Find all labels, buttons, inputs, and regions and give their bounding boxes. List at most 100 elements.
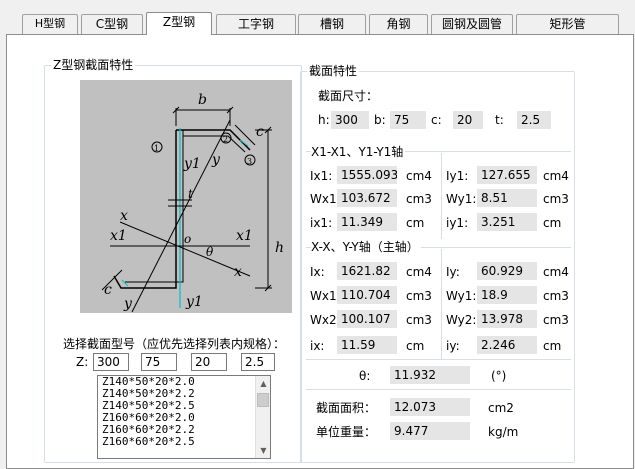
ix-radius-label: ix: (310, 339, 325, 353)
tab-z-steel[interactable]: Z型钢 (146, 12, 212, 35)
ix1-value: 1555.093 (337, 166, 397, 184)
wy1-main-value: 18.9 (477, 286, 537, 304)
wx1-main-unit: cm3 (406, 289, 432, 303)
tab-c-steel[interactable]: C型钢 (81, 14, 143, 34)
diagram-label-y-top: y (211, 152, 221, 168)
wy1-main-label: Wy1: (446, 289, 477, 303)
wx1-unit: cm3 (406, 192, 432, 206)
z-input-c[interactable] (191, 353, 227, 371)
dim-c-value: 20 (453, 111, 483, 129)
select-section-label: 选择截面型号（应优先选择列表内规格）： (63, 337, 286, 351)
diagram-label-c: c (256, 124, 264, 140)
ix1-radius-unit: cm (406, 216, 425, 230)
iy1-radius-label: iy1: (446, 216, 469, 230)
tab-h-steel[interactable]: H型钢 (22, 14, 78, 34)
wx1-main-value: 110.704 (337, 286, 397, 304)
z-section-group-title: Z型钢截面特性 (51, 58, 136, 72)
diagram-label-h: h (275, 240, 284, 256)
iy1-radius-value: 3.251 (477, 213, 537, 231)
divider (306, 389, 571, 390)
diagram-label-n3: 3 (247, 157, 252, 166)
diagram-label-x-right: x (234, 264, 242, 280)
tab-channel[interactable]: 槽钢 (298, 14, 366, 34)
z-label: Z: (76, 355, 89, 369)
ix-radius-value: 11.59 (337, 336, 397, 354)
theta-label: θ: (359, 369, 371, 383)
dim-h-value: 300 (331, 111, 369, 129)
ix-radius-unit: cm (406, 339, 425, 353)
tab-bar: H型钢 C型钢 Z型钢 工字钢 槽钢 角钢 圆钢及圆管 矩形管 (0, 12, 635, 35)
diagram-label-y1-top: y1 (183, 156, 201, 172)
dim-t-value: 2.5 (517, 111, 551, 129)
diagram-label-c-bottom: c (104, 282, 112, 298)
tab-angle[interactable]: 角钢 (369, 14, 428, 34)
ix-label: Ix: (310, 265, 325, 279)
wy1-label: Wy1: (446, 192, 477, 206)
tab-i-beam[interactable]: 工字钢 (216, 14, 296, 34)
diagram-label-t: t (188, 187, 193, 201)
iy1-radius-unit: cm (543, 216, 562, 230)
diagram-label-x: x (120, 208, 128, 224)
dim-h-label: h: (318, 113, 330, 127)
wy1-main-unit: cm3 (543, 289, 569, 303)
diagram-label-theta: θ (206, 245, 214, 259)
iy-unit: cm4 (543, 265, 569, 279)
iy-radius-label: iy: (446, 339, 460, 353)
area-value: 12.073 (390, 398, 470, 416)
ix-unit: cm4 (406, 265, 432, 279)
section-dims-label: 截面尺寸： (318, 89, 379, 103)
z-input-b[interactable] (141, 353, 177, 371)
iy-radius-unit: cm (543, 339, 562, 353)
theta-unit: (°) (491, 369, 507, 383)
diagram-label-n2: 2 (223, 135, 228, 144)
wy1-unit: cm3 (543, 192, 569, 206)
scroll-up-icon[interactable]: ▲ (256, 376, 270, 391)
wy2-unit: cm3 (543, 313, 569, 327)
wx2-value: 100.107 (337, 310, 397, 328)
scroll-down-icon[interactable]: ▼ (256, 443, 270, 458)
scroll-thumb[interactable] (257, 393, 269, 407)
divider (441, 249, 442, 359)
iy-radius-value: 2.246 (477, 336, 537, 354)
divider (306, 359, 571, 360)
tab-round-pipe[interactable]: 圆钢及圆管 (431, 14, 513, 34)
wy2-value: 13.978 (477, 310, 537, 328)
wx2-unit: cm3 (406, 313, 432, 327)
iy-value: 60.929 (477, 262, 537, 280)
area-unit: cm2 (488, 401, 514, 415)
wy2-label: Wy2: (446, 313, 477, 327)
section-list[interactable]: Z140*50*20*2.0 Z140*50*20*2.2 Z140*50*20… (97, 375, 271, 459)
iy1-unit: cm4 (543, 169, 569, 183)
z-input-t[interactable] (241, 353, 275, 371)
theta-value: 11.932 (390, 366, 470, 384)
diagram-label-y1-bottom: y1 (185, 294, 203, 310)
axis1-title: X1-X1、Y1-Y1轴 (311, 145, 406, 159)
z-section-drawing: b c t h x x1 x1 x y1 y y y1 o θ 1 2 3 c (101, 92, 284, 313)
wx1-value: 103.672 (337, 189, 397, 207)
diagram-label-b: b (198, 92, 207, 108)
ix1-unit: cm4 (406, 169, 432, 183)
tab-panel: Z型钢截面特性 b c t h x x1 x1 x y1 y y y1 o θ … (6, 34, 634, 469)
z-input-h[interactable] (93, 353, 129, 371)
weight-value: 9.477 (390, 422, 470, 440)
dim-c-label: c: (431, 113, 442, 127)
list-scrollbar[interactable]: ▲ ▼ (255, 376, 270, 458)
area-label: 截面面积： (316, 401, 377, 415)
diagram-label-n1: 1 (154, 144, 159, 153)
ix-value: 1621.82 (337, 262, 397, 280)
dim-b-value: 75 (390, 111, 426, 129)
section-props-title: 截面特性 (307, 64, 360, 78)
ix1-radius-label: ix1: (310, 216, 333, 230)
dim-b-label: b: (374, 113, 386, 127)
iy1-label: Iy1: (446, 169, 469, 183)
list-item[interactable]: Z160*60*20*2.5 (98, 436, 270, 448)
diagram-label-x1-left: x1 (110, 228, 127, 244)
ix1-label: Ix1: (310, 169, 333, 183)
dim-t-label: t: (495, 113, 504, 127)
iy-label: Iy: (446, 265, 460, 279)
diagram-label-x1-right: x1 (236, 228, 253, 244)
wy1-value: 8.51 (477, 189, 537, 207)
tab-rect-tube[interactable]: 矩形管 (516, 14, 619, 34)
weight-unit: kg/m (488, 425, 519, 439)
weight-label: 单位重量： (316, 425, 377, 439)
